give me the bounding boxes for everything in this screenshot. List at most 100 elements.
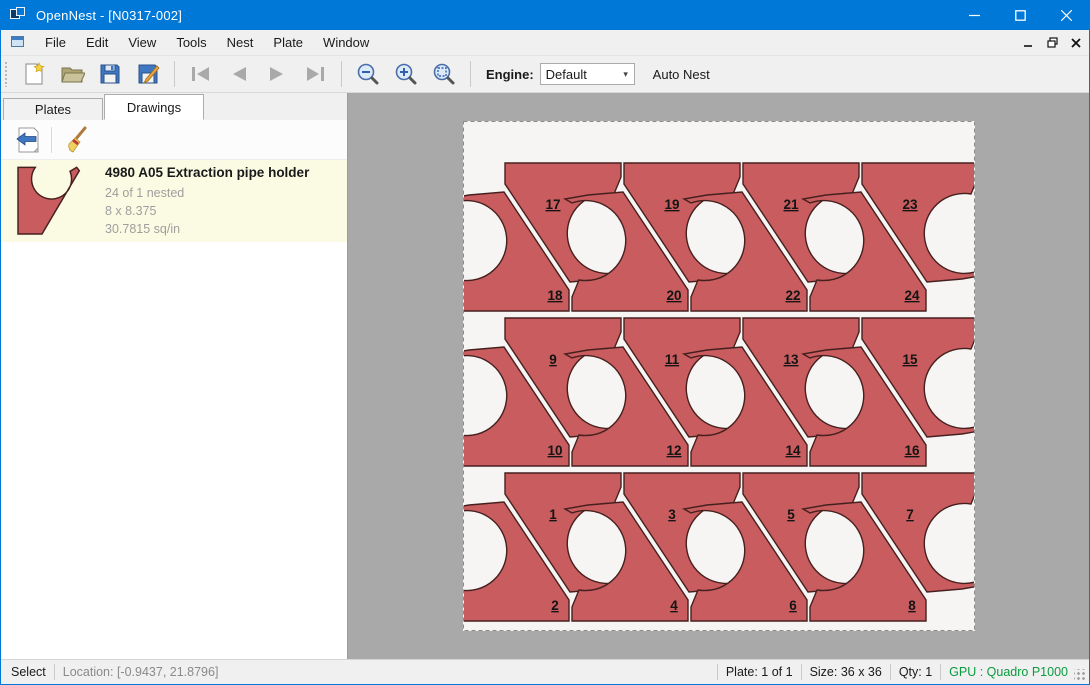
plate[interactable]: 171819202122232491011121314151612345678 (463, 121, 975, 631)
part-number: 9 (549, 352, 557, 367)
toolbar-separator (174, 61, 175, 87)
save-button[interactable] (95, 59, 125, 89)
tab-plates[interactable]: Plates (3, 98, 103, 120)
part-number: 8 (908, 598, 916, 613)
part-number: 1 (549, 507, 557, 522)
mdi-close-button[interactable] (1065, 33, 1087, 53)
status-separator (54, 664, 55, 680)
drawing-list-empty-area[interactable] (1, 242, 347, 659)
minimize-button[interactable] (951, 0, 997, 30)
drawings-panel: Plates Drawings (1, 93, 348, 659)
mdi-restore-button[interactable] (1041, 33, 1063, 53)
part-number: 18 (547, 288, 563, 303)
status-separator (717, 664, 718, 680)
tab-drawings[interactable]: Drawings (104, 94, 204, 120)
import-drawing-button[interactable] (11, 124, 45, 156)
zoom-in-icon (394, 62, 418, 86)
close-icon (1061, 10, 1072, 21)
part-number: 3 (668, 507, 676, 522)
status-qty: Qty: 1 (899, 665, 932, 679)
zoom-in-button[interactable] (391, 59, 421, 89)
clean-button[interactable] (58, 124, 92, 156)
import-drawing-icon (14, 126, 42, 154)
plate-svg: 171819202122232491011121314151612345678 (463, 121, 975, 631)
close-button[interactable] (1043, 0, 1089, 30)
part-number: 24 (904, 288, 920, 303)
part-number: 21 (783, 197, 799, 212)
previous-plate-icon (227, 62, 251, 86)
part-number: 5 (787, 507, 795, 522)
menu-plate[interactable]: Plate (263, 30, 313, 56)
part-number: 22 (785, 288, 800, 303)
menu-file[interactable]: File (35, 30, 76, 56)
part-area: 30.7815 sq/in (105, 220, 309, 238)
maximize-button[interactable] (997, 0, 1043, 30)
mdi-restore-icon (1047, 37, 1058, 48)
part-number: 7 (906, 507, 914, 522)
app-window: OpenNest - [N0317-002] File Edit View To… (0, 0, 1090, 685)
part-number: 12 (666, 443, 681, 458)
new-button[interactable] (19, 59, 49, 89)
open-button[interactable] (57, 59, 87, 89)
status-separator (801, 664, 802, 680)
toolbar-grip[interactable] (4, 61, 9, 87)
part-number: 16 (904, 443, 920, 458)
engine-value: Default (541, 67, 618, 82)
previous-plate-button[interactable] (224, 59, 254, 89)
last-plate-icon (303, 62, 327, 86)
drawing-list-item[interactable]: 4980 A05 Extraction pipe holder 24 of 1 … (1, 160, 347, 242)
engine-select[interactable]: Default ▾ (540, 63, 635, 85)
zoom-fit-icon (432, 62, 456, 86)
auto-nest-button[interactable]: Auto Nest (647, 65, 716, 84)
save-edit-button[interactable] (133, 59, 163, 89)
menu-tools[interactable]: Tools (166, 30, 216, 56)
part-number: 6 (789, 598, 797, 613)
minimize-icon (969, 10, 980, 21)
part-nested-count: 24 of 1 nested (105, 184, 309, 202)
part-number: 19 (664, 197, 679, 212)
chevron-down-icon: ▾ (618, 64, 634, 84)
mdi-minimize-button[interactable] (1017, 33, 1039, 53)
save-edit-icon (136, 62, 160, 86)
part-thumbnail (7, 165, 93, 237)
part-number: 13 (783, 352, 799, 367)
zoom-out-button[interactable] (353, 59, 383, 89)
menu-bar: File Edit View Tools Nest Plate Window (1, 30, 1089, 56)
menu-edit[interactable]: Edit (76, 30, 118, 56)
maximize-icon (1015, 10, 1026, 21)
last-plate-button[interactable] (300, 59, 330, 89)
first-plate-icon (189, 62, 213, 86)
nest-canvas[interactable]: 171819202122232491011121314151612345678 (348, 93, 1089, 659)
next-plate-icon (265, 62, 289, 86)
menu-window[interactable]: Window (313, 30, 379, 56)
part-number: 10 (547, 443, 562, 458)
status-gpu: GPU : Quadro P1000 (949, 665, 1068, 679)
part-number: 4 (670, 598, 678, 613)
part-title: 4980 A05 Extraction pipe holder (105, 165, 309, 180)
status-separator (940, 664, 941, 680)
broom-icon (61, 126, 89, 154)
window-title: OpenNest - [N0317-002] (36, 8, 182, 23)
menu-view[interactable]: View (118, 30, 166, 56)
mdi-document-icon[interactable] (11, 36, 26, 49)
new-document-icon (22, 62, 46, 86)
resize-grip[interactable] (1074, 669, 1086, 681)
status-separator (890, 664, 891, 680)
zoom-out-icon (356, 62, 380, 86)
status-mode: Select (11, 665, 46, 679)
toolbar-separator (470, 61, 471, 87)
part-number: 17 (545, 197, 560, 212)
open-folder-icon (60, 62, 85, 86)
status-size: Size: 36 x 36 (810, 665, 882, 679)
part-number: 14 (785, 443, 801, 458)
engine-label: Engine: (486, 67, 534, 82)
save-icon (98, 62, 122, 86)
panel-toolbar-separator (51, 127, 52, 153)
first-plate-button[interactable] (186, 59, 216, 89)
part-number: 11 (665, 352, 680, 367)
menu-nest[interactable]: Nest (217, 30, 264, 56)
panel-toolbar (1, 120, 347, 160)
zoom-fit-button[interactable] (429, 59, 459, 89)
panel-tabstrip: Plates Drawings (1, 93, 347, 120)
next-plate-button[interactable] (262, 59, 292, 89)
